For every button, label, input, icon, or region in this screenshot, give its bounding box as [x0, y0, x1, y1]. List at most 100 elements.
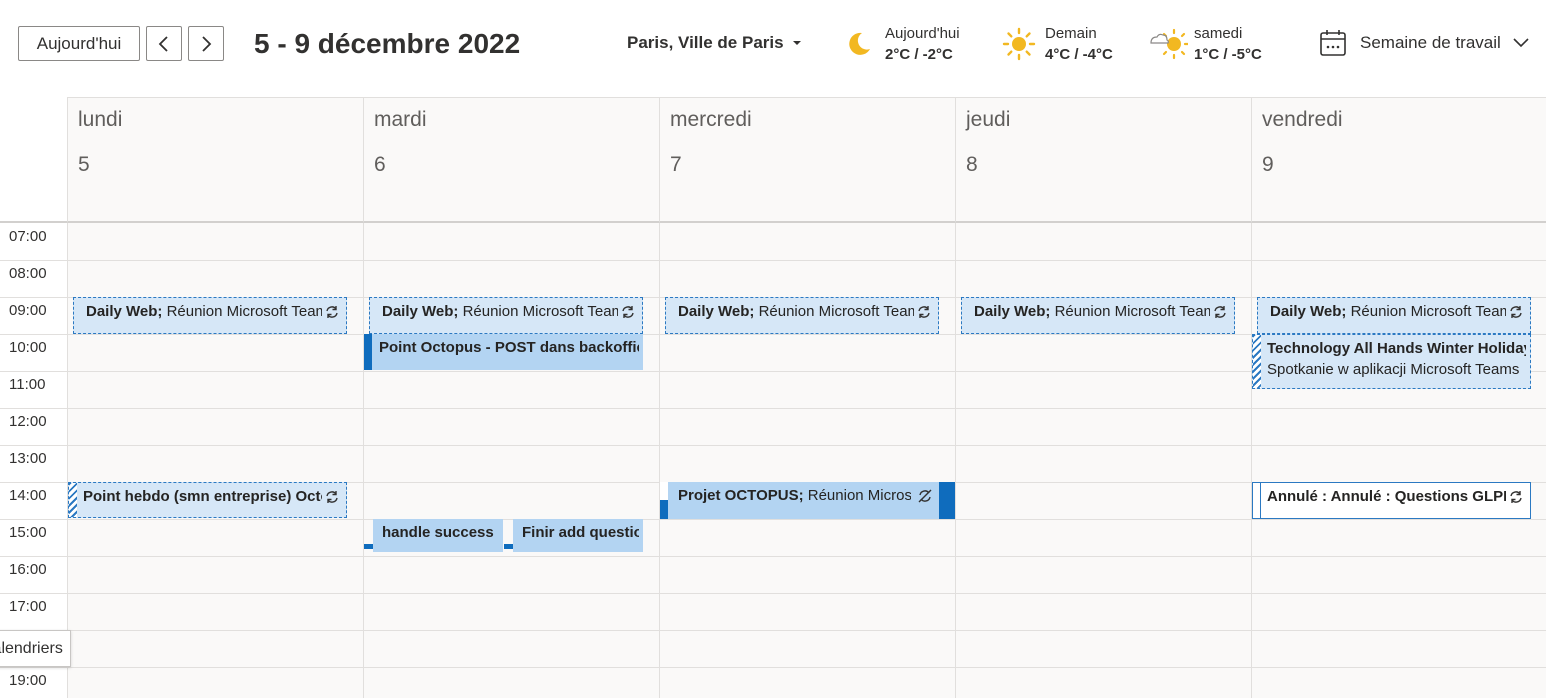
time-label: 10:00 — [9, 339, 47, 356]
day-column-monday[interactable] — [67, 223, 363, 698]
time-label: 07:00 — [9, 228, 47, 245]
event-location: Réunion Microsoft Teams — [807, 487, 911, 504]
hour-line — [0, 260, 1546, 261]
day-header-wednesday[interactable]: mercredi 7 — [659, 97, 955, 223]
recurrence-exception-icon — [918, 489, 932, 503]
cancelled-indicator — [1253, 483, 1261, 518]
event-location: Réunion Microsoft Teams — [162, 303, 322, 320]
day-column-tuesday[interactable] — [363, 223, 659, 698]
time-label: 16:00 — [9, 561, 47, 578]
tentative-indicator — [73, 304, 74, 318]
view-label: Semaine de travail — [1360, 33, 1501, 52]
event-finir-add-question[interactable]: Finir add question — [513, 519, 643, 552]
previous-week-button[interactable] — [146, 26, 182, 61]
event-location: Spotkanie w aplikacji Microsoft Teams — [1267, 361, 1520, 378]
calendars-tooltip[interactable]: Calendriers — [0, 630, 71, 667]
time-label: 15:00 — [9, 524, 47, 541]
view-selector[interactable]: Semaine de travail — [1318, 28, 1529, 58]
week-calendar: lundi 5 mardi 6 mercredi 7 jeudi 8 vendr… — [0, 97, 1546, 698]
event-point-hebdo[interactable]: Point hebdo (smn entreprise) Octopus — [68, 482, 347, 518]
caret-down-icon — [792, 41, 801, 45]
day-column-friday[interactable] — [1251, 223, 1546, 698]
weather-today[interactable]: Aujourd'hui 2°C / -2°C — [839, 24, 960, 65]
event-daily-web[interactable]: Daily Web; Réunion Microsoft Teams — [73, 297, 347, 334]
weather-day-label: samedi — [1194, 25, 1243, 42]
day-header-monday[interactable]: lundi 5 — [67, 97, 363, 223]
day-name: jeudi — [966, 108, 1011, 131]
event-cancelled-questions-glpi[interactable]: Annulé : Annulé : Questions GLPI — [1252, 482, 1531, 519]
day-header-friday[interactable]: vendredi 9 — [1251, 97, 1546, 223]
calendar-toolbar: Aujourd'hui 5 - 9 décembre 2022 Paris, V… — [0, 0, 1546, 97]
day-number: 7 — [670, 153, 682, 176]
time-label: 08:00 — [9, 265, 47, 282]
header-gutter — [0, 97, 67, 223]
day-header-tuesday[interactable]: mardi 6 — [363, 97, 659, 223]
event-technology-all-hands[interactable]: Technology All Hands Winter Holiday Spot… — [1252, 334, 1531, 389]
today-button[interactable]: Aujourd'hui — [18, 26, 140, 61]
event-daily-web[interactable]: Daily Web; Réunion Microsoft Teams — [961, 297, 1235, 334]
hour-line — [0, 593, 1546, 594]
hour-line — [0, 445, 1546, 446]
busy-indicator — [660, 500, 668, 519]
partly-sunny-icon — [1148, 24, 1188, 64]
event-location: Réunion Microsoft Teams — [754, 303, 914, 320]
event-title: Daily Web; — [974, 303, 1051, 320]
event-title: Annulé : Annulé : Questions GLPI — [1267, 488, 1506, 505]
hour-line — [0, 408, 1546, 409]
weather-saturday[interactable]: samedi 1°C / -5°C — [1148, 24, 1262, 65]
weather-temp: 1°C / -5°C — [1194, 46, 1262, 63]
busy-indicator — [364, 334, 372, 370]
hour-line — [0, 667, 1546, 668]
sun-icon — [999, 24, 1039, 64]
event-title: Technology All Hands Winter Holiday — [1267, 340, 1526, 357]
event-finir-add-question-indicator — [504, 544, 513, 549]
event-daily-web[interactable]: Daily Web; Réunion Microsoft Teams — [665, 297, 939, 334]
day-number: 9 — [1262, 153, 1274, 176]
day-number: 6 — [374, 153, 386, 176]
day-column-wednesday[interactable] — [659, 223, 955, 698]
location-selector[interactable]: Paris, Ville de Paris — [627, 33, 802, 53]
day-number: 8 — [966, 153, 978, 176]
event-projet-octopus[interactable]: Projet OCTOPUS; Réunion Microsoft Teams — [660, 482, 955, 519]
calendar-icon — [1320, 30, 1346, 56]
recurring-icon — [1510, 491, 1522, 503]
time-label: 09:00 — [9, 302, 47, 319]
event-title: Daily Web; — [86, 303, 163, 320]
chevron-down-icon — [1513, 38, 1529, 48]
weather-temp: 2°C / -2°C — [885, 46, 953, 63]
tentative-indicator — [69, 483, 77, 517]
event-location: Réunion Microsoft Teams — [1346, 303, 1506, 320]
event-handle-success-indicator — [364, 544, 373, 549]
day-header-thursday[interactable]: jeudi 8 — [955, 97, 1251, 223]
time-grid: 07:00 08:00 09:00 10:00 11:00 12:00 13:0… — [0, 223, 1546, 698]
event-location: Réunion Microsoft Teams — [1050, 303, 1210, 320]
event-point-octopus[interactable]: Point Octopus - POST dans backoffice — [364, 334, 643, 370]
recurring-icon — [622, 306, 634, 318]
location-label: Paris, Ville de Paris — [627, 33, 784, 52]
recurring-icon — [1510, 306, 1522, 318]
recurring-icon — [326, 306, 338, 318]
weather-day-label: Demain — [1045, 25, 1097, 42]
recurring-icon — [326, 491, 338, 503]
event-title: handle success — [382, 524, 494, 541]
weather-temp: 4°C / -4°C — [1045, 46, 1113, 63]
calendars-tooltip-label: Calendriers — [0, 639, 63, 657]
time-label: 14:00 — [9, 487, 47, 504]
day-column-thursday[interactable] — [955, 223, 1251, 698]
next-week-button[interactable] — [188, 26, 224, 61]
chevron-right-icon — [202, 35, 212, 52]
event-edge-bar — [939, 482, 955, 519]
event-handle-success[interactable]: handle success — [373, 519, 503, 552]
weather-day-label: Aujourd'hui — [885, 25, 960, 42]
event-daily-web[interactable]: Daily Web; Réunion Microsoft Teams — [1257, 297, 1531, 334]
event-daily-web[interactable]: Daily Web; Réunion Microsoft Teams — [369, 297, 643, 334]
event-title: Point hebdo (smn entreprise) Octopus — [83, 488, 322, 505]
hour-line — [0, 630, 1546, 631]
weather-tomorrow[interactable]: Demain 4°C / -4°C — [999, 24, 1113, 65]
hour-line — [0, 519, 1546, 520]
hour-line — [0, 556, 1546, 557]
event-location: Réunion Microsoft Teams — [458, 303, 618, 320]
event-title: Finir add question — [522, 524, 639, 541]
day-name: vendredi — [1262, 108, 1343, 131]
event-title: Daily Web; — [678, 303, 755, 320]
